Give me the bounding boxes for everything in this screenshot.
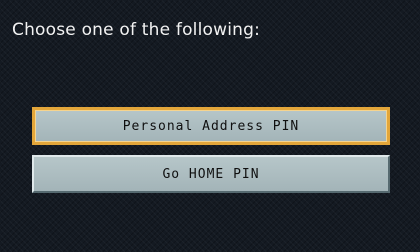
- go-home-pin-label: Go HOME PIN: [162, 166, 260, 182]
- personal-address-pin-button[interactable]: Personal Address PIN: [32, 107, 390, 145]
- pin-selection-screen: Choose one of the following: Personal Ad…: [0, 0, 420, 252]
- personal-address-pin-label: Personal Address PIN: [122, 118, 300, 134]
- screen-prompt: Choose one of the following:: [12, 20, 261, 40]
- go-home-pin-button[interactable]: Go HOME PIN: [32, 155, 390, 193]
